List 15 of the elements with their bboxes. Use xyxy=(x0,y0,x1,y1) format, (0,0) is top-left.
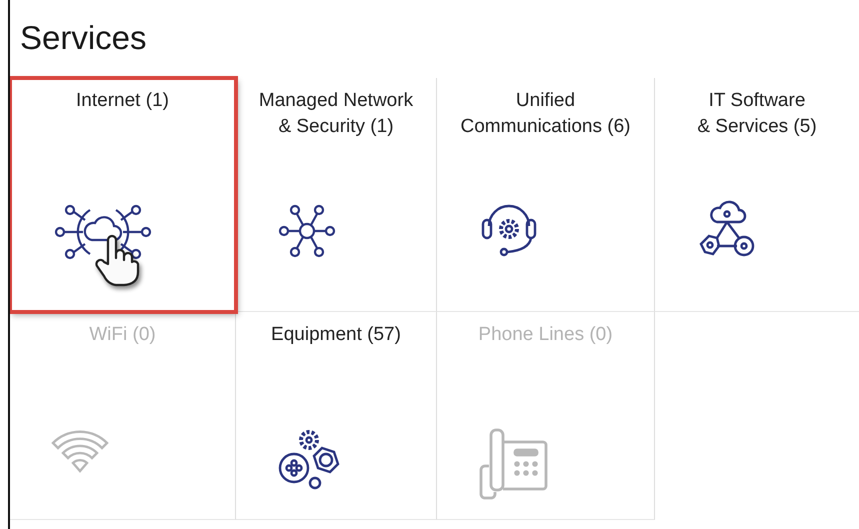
service-label: Internet (1) xyxy=(76,89,169,113)
service-label: WiFi (0) xyxy=(89,323,156,347)
service-tile[interactable]: IT Software & Services (5) xyxy=(655,78,859,312)
pointing-hand-icon xyxy=(94,234,140,288)
service-tile[interactable]: Internet (1) xyxy=(10,78,236,312)
service-tile[interactable]: Unified Communications (6) xyxy=(437,78,655,312)
service-tile[interactable]: Managed Network & Security (1) xyxy=(236,78,437,312)
service-label: Equipment (57) xyxy=(271,323,401,347)
service-label: Managed Network & Security (1) xyxy=(258,89,414,139)
service-label: Unified Communications (6) xyxy=(460,89,630,139)
service-label: IT Software & Services (5) xyxy=(697,89,817,139)
service-label: Phone Lines (0) xyxy=(478,323,613,347)
service-tile[interactable]: Equipment (57) xyxy=(236,312,437,520)
desk-phone-icon xyxy=(477,426,549,502)
page-title: Services xyxy=(19,18,148,58)
